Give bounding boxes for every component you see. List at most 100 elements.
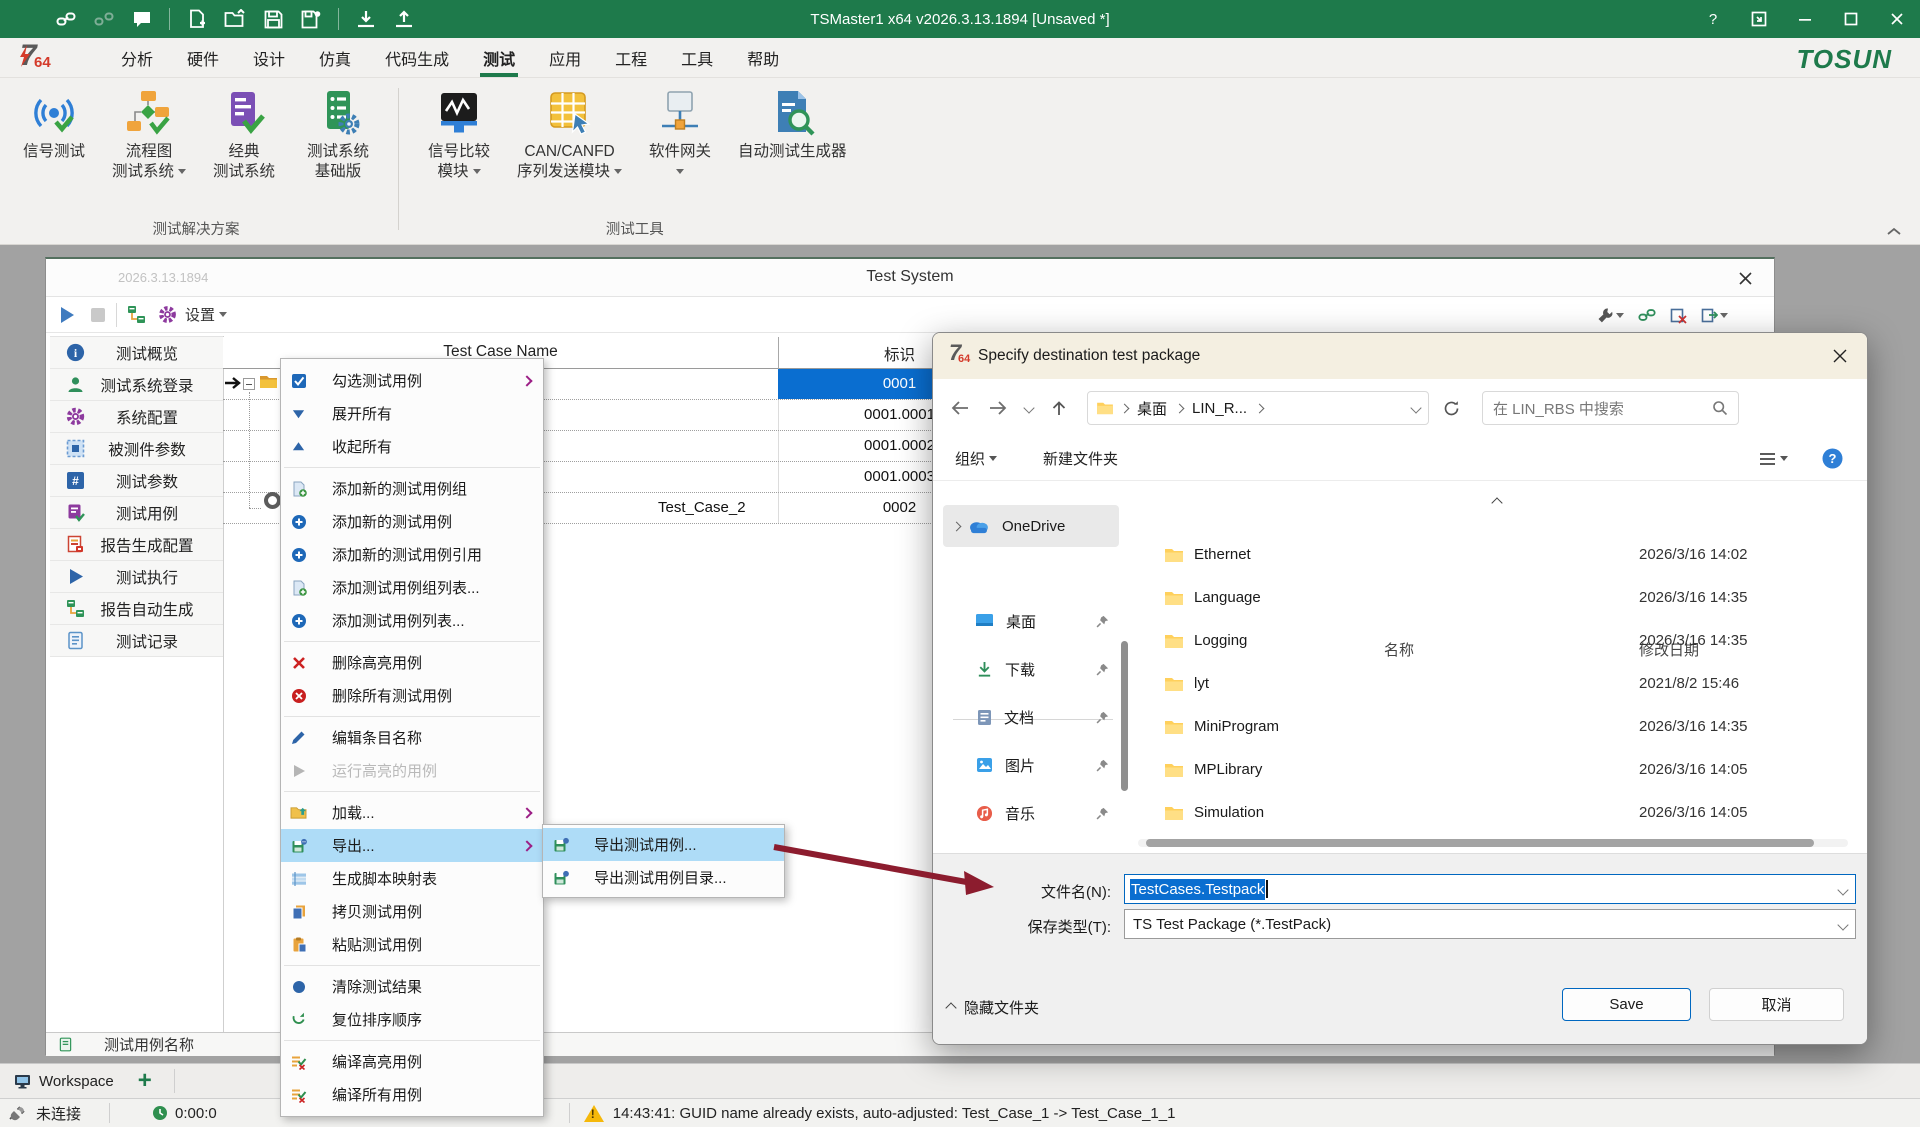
menu-item-expand-all[interactable]: 展开所有	[281, 397, 543, 430]
cancel-button[interactable]: 取消	[1709, 988, 1844, 1021]
sidebar-item-test-cases[interactable]: 测试用例	[50, 497, 223, 529]
tools-link-icon[interactable]	[1638, 306, 1656, 324]
ribbon-collapse-icon[interactable]	[1886, 226, 1902, 236]
help-button[interactable]: ?	[1690, 0, 1736, 38]
ribbon-signal-test-button[interactable]: 信号测试	[10, 84, 98, 166]
menu-item-delete-all[interactable]: 删除所有测试用例	[281, 679, 543, 712]
submenu-item-export-case-catalog[interactable]: 导出测试用例目录...	[543, 861, 784, 894]
sort-ascending-icon[interactable]	[1491, 497, 1502, 508]
menu-item-add-group-list[interactable]: 添加测试用例组列表...	[281, 571, 543, 604]
test-system-titlebar[interactable]: 2026.3.13.1894 Test System	[46, 259, 1774, 297]
nav-item-pictures[interactable]: 图片	[943, 744, 1119, 786]
ribbon-signal-compare-button[interactable]: 信号比较 模块	[415, 84, 503, 186]
menu-item-add-case-list[interactable]: 添加测试用例列表...	[281, 604, 543, 637]
file-row[interactable]: Logging 2026/3/16 14:35	[1138, 619, 1863, 662]
pin-icon[interactable]	[1096, 759, 1109, 772]
menu-item-paste-case[interactable]: 粘贴测试用例	[281, 928, 543, 961]
menu-item-run-highlighted[interactable]: 运行高亮的用例	[281, 754, 543, 787]
settings-label[interactable]: 设置	[185, 304, 215, 325]
menu-item-compile-highlighted[interactable]: 编译高亮用例	[281, 1045, 543, 1078]
menu-item-add-case-ref[interactable]: 添加新的测试用例引用	[281, 538, 543, 571]
scrollbar-thumb[interactable]	[1146, 839, 1814, 847]
menu-item-check-test-cases[interactable]: 勾选测试用例	[281, 364, 543, 397]
refresh-icon[interactable]	[1443, 400, 1460, 417]
sidebar-item-test-execution[interactable]: 测试执行	[50, 561, 223, 593]
menu-codegen[interactable]: 代码生成	[368, 38, 466, 77]
nav-item-documents[interactable]: 文档	[943, 696, 1119, 738]
report-flow-icon[interactable]	[127, 305, 146, 324]
forward-icon[interactable]	[988, 400, 1007, 416]
new-folder-button[interactable]: 新建文件夹	[1043, 448, 1118, 469]
close-button[interactable]	[1874, 0, 1920, 38]
pin-icon[interactable]	[1096, 807, 1109, 820]
savetype-dropdown-icon[interactable]	[1837, 919, 1848, 930]
menu-item-collapse-all[interactable]: 收起所有	[281, 430, 543, 463]
up-icon[interactable]	[1051, 400, 1067, 417]
maximize-button[interactable]	[1828, 0, 1874, 38]
menu-item-delete-highlighted[interactable]: 删除高亮用例	[281, 646, 543, 679]
ribbon-auto-test-generator-button[interactable]: 自动测试生成器	[730, 84, 855, 166]
tools-export-icon[interactable]	[1701, 307, 1728, 324]
file-row[interactable]: Language 2026/3/16 14:35	[1138, 576, 1863, 619]
sidebar-item-system-config[interactable]: 系统配置	[50, 401, 223, 433]
tree-collapse-icon[interactable]	[243, 378, 255, 390]
menu-test[interactable]: 测试	[466, 38, 532, 77]
nav-scrollbar[interactable]	[1121, 641, 1128, 791]
history-dropdown-icon[interactable]	[1023, 402, 1034, 413]
help-icon[interactable]: ?	[1822, 448, 1843, 469]
savetype-combo[interactable]: TS Test Package (*.TestPack)	[1124, 909, 1856, 939]
breadcrumb[interactable]: 桌面 LIN_R...	[1087, 391, 1429, 425]
menu-item-copy-case[interactable]: 拷贝测试用例	[281, 895, 543, 928]
submenu-item-export-cases[interactable]: 导出测试用例...	[543, 828, 784, 861]
menu-hardware[interactable]: 硬件	[170, 38, 236, 77]
sidebar-item-report-config[interactable]: 报告生成配置	[50, 529, 223, 561]
sidebar-item-auto-report[interactable]: 报告自动生成	[50, 593, 223, 625]
breadcrumb-lin-rbs[interactable]: LIN_R...	[1192, 400, 1247, 417]
sidebar-item-test-params[interactable]: # 测试参数	[50, 465, 223, 497]
sidebar-item-dut-params[interactable]: 被测件参数	[50, 433, 223, 465]
ribbon-can-sequence-button[interactable]: CAN/CANFD 序列发送模块	[509, 84, 630, 186]
file-row[interactable]: lyt 2021/8/2 15:46	[1138, 662, 1863, 705]
back-icon[interactable]	[951, 400, 970, 416]
breadcrumb-dropdown-icon[interactable]	[1410, 402, 1421, 413]
hide-folders-button[interactable]: 隐藏文件夹	[947, 997, 1039, 1018]
nav-item-music[interactable]: 音乐	[943, 792, 1119, 834]
menu-item-edit-name[interactable]: 编辑条目名称	[281, 721, 543, 754]
nav-item-desktop[interactable]: 桌面	[943, 600, 1119, 642]
sidebar-item-login[interactable]: 测试系统登录	[50, 369, 223, 401]
menu-item-clear-results[interactable]: 清除测试结果	[281, 970, 543, 1003]
horizontal-scrollbar[interactable]	[1138, 839, 1848, 847]
run-button[interactable]	[58, 306, 76, 324]
menu-tools[interactable]: 工具	[664, 38, 730, 77]
settings-gear-icon[interactable]	[158, 305, 177, 324]
breadcrumb-desktop[interactable]: 桌面	[1137, 398, 1167, 419]
ribbon-classic-test-system-button[interactable]: 经典 测试系统	[200, 84, 288, 186]
ribbon-flowchart-test-system-button[interactable]: 流程图 测试系统	[104, 84, 194, 186]
minimize-button[interactable]	[1782, 0, 1828, 38]
nav-item-videos[interactable]: 视频	[943, 840, 1119, 853]
menu-application[interactable]: 应用	[532, 38, 598, 77]
filename-input[interactable]: TestCases.Testpack	[1124, 874, 1856, 904]
pin-icon[interactable]	[1096, 663, 1109, 676]
menu-item-compile-all[interactable]: 编译所有用例	[281, 1078, 543, 1111]
window-close-icon[interactable]	[1734, 267, 1756, 289]
sidebar-item-test-records[interactable]: 测试记录	[50, 625, 223, 657]
save-button[interactable]: Save	[1562, 988, 1691, 1021]
panel-toggle-button[interactable]	[1736, 0, 1782, 38]
stop-button[interactable]	[90, 307, 106, 323]
menu-item-add-case[interactable]: 添加新的测试用例	[281, 505, 543, 538]
file-row[interactable]: MiniProgram 2026/3/16 14:35	[1138, 705, 1863, 748]
organize-button[interactable]: 组织	[955, 448, 997, 469]
tools-wrench-icon[interactable]	[1597, 307, 1624, 324]
add-workspace-button[interactable]: +	[138, 1071, 152, 1091]
menu-project[interactable]: 工程	[598, 38, 664, 77]
search-box[interactable]: 在 LIN_RBS 中搜索	[1482, 391, 1739, 425]
dialog-titlebar[interactable]: 764 Specify destination test package	[933, 333, 1867, 379]
file-row[interactable]: MPLibrary 2026/3/16 14:05	[1138, 748, 1863, 791]
pin-icon[interactable]	[1096, 711, 1109, 724]
file-row[interactable]: Ethernet 2026/3/16 14:02	[1138, 533, 1863, 576]
ribbon-test-system-basic-button[interactable]: 测试系统 基础版	[294, 84, 382, 186]
nav-item-onedrive[interactable]: OneDrive	[943, 505, 1119, 547]
view-mode-button[interactable]	[1759, 452, 1788, 466]
menu-item-load[interactable]: 加载...	[281, 796, 543, 829]
